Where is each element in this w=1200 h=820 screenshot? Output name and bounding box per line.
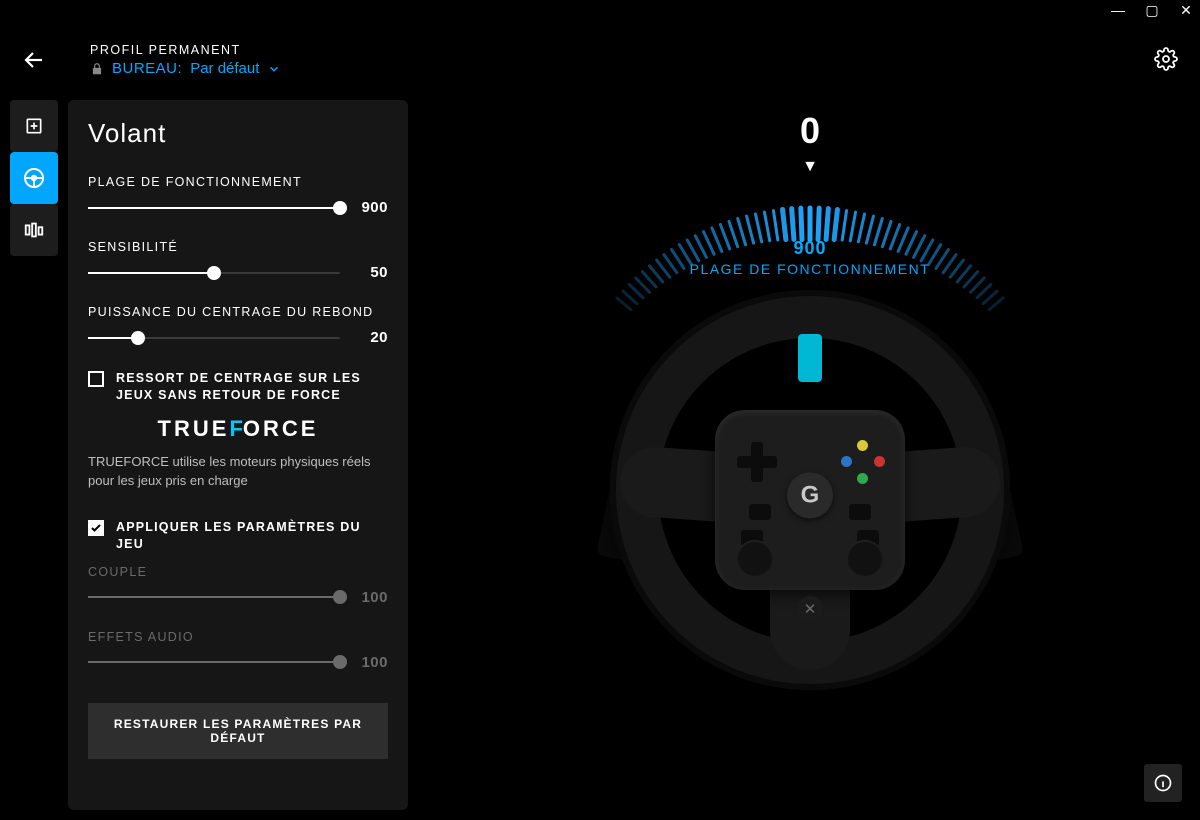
window-titlebar: — ▢ ✕ [0,0,1200,20]
gauge-text: PLAGE DE FONCTIONNEMENT [690,261,931,277]
hub-button [749,504,771,520]
rail-add-button[interactable] [10,100,58,152]
dial-right [847,540,883,576]
profile-context: BUREAU: [112,60,182,77]
slider-value: 900 [352,199,388,216]
app-header: PROFIL PERMANENT BUREAU: Par défaut [20,30,1180,90]
slider-torque: COUPLE 100 [88,565,388,606]
sidebar-rail [10,100,58,256]
slider-centering-strength: PUISSANCE DU CENTRAGE DU REBOND 20 [88,305,388,346]
steering-wheel-image: G ✕ [610,290,1010,690]
info-button[interactable] [1144,764,1182,802]
dial-left [737,540,773,576]
angle-readout: 0 [800,110,820,152]
slider-track [88,661,340,663]
trueforce-logo: TRUEFORCE [88,416,388,442]
slider-label: PUISSANCE DU CENTRAGE DU REBOND [88,305,388,319]
g-logo-icon: G [787,472,833,518]
y-button-icon [857,440,868,451]
close-button[interactable]: ✕ [1178,2,1194,19]
slider-value: 20 [352,329,388,346]
profile-selector[interactable]: PROFIL PERMANENT BUREAU: Par défaut [90,43,281,77]
hub-button [849,504,871,520]
slider-operating-range: PLAGE DE FONCTIONNEMENT 900 [88,175,388,216]
slider-value: 50 [352,264,388,281]
checkbox-centering-spring-row: RESSORT DE CENTRAGE SUR LES JEUX SANS RE… [88,370,388,404]
slider-label: EFFETS AUDIO [88,630,388,644]
trueforce-f-icon: F [229,416,242,441]
panel-title: Volant [88,118,388,149]
slider-sensitivity: SENSIBILITÉ 50 [88,240,388,281]
slider-audio-effects: EFFETS AUDIO 100 [88,630,388,671]
gauge-value: 900 [690,238,931,259]
b-button-icon [874,456,885,467]
xbox-button-icon: ✕ [797,596,823,622]
lock-icon [90,62,104,76]
minimize-button[interactable]: — [1110,2,1126,18]
settings-panel: Volant PLAGE DE FONCTIONNEMENT 900 SENSI… [68,100,408,810]
slider-track[interactable] [88,207,340,209]
dpad-icon [737,442,777,482]
slider-track[interactable] [88,337,340,339]
checkbox-apply-game[interactable] [88,520,104,536]
slider-value: 100 [352,654,388,671]
checkbox-label: RESSORT DE CENTRAGE SUR LES JEUX SANS RE… [116,370,388,404]
slider-value: 100 [352,589,388,606]
a-button-icon [857,473,868,484]
profile-type-label: PROFIL PERMANENT [90,43,281,57]
gauge-label: 900 PLAGE DE FONCTIONNEMENT [690,238,931,277]
trueforce-description: TRUEFORCE utilise les moteurs physiques … [88,452,388,491]
checkbox-label: APPLIQUER LES PARAMÈTRES DU JEU [116,519,388,553]
rail-wheel-button[interactable] [10,152,58,204]
face-buttons [841,440,885,484]
chevron-down-icon [267,62,281,76]
slider-label: PLAGE DE FONCTIONNEMENT [88,175,388,189]
settings-button[interactable] [1154,47,1180,73]
checkbox-centering-spring[interactable] [88,371,104,387]
checkbox-apply-game-row: APPLIQUER LES PARAMÈTRES DU JEU [88,519,388,553]
slider-track[interactable] [88,272,340,274]
slider-label: COUPLE [88,565,388,579]
x-button-icon [841,456,852,467]
profile-name: Par défaut [190,60,259,77]
slider-label: SENSIBILITÉ [88,240,388,254]
slider-track [88,596,340,598]
wheel-hub: G ✕ [715,410,905,590]
rail-pedals-button[interactable] [10,204,58,256]
back-button[interactable] [20,46,48,74]
center-marker [798,334,822,382]
maximize-button[interactable]: ▢ [1144,2,1160,19]
wheel-visualization: 0 ▼ 900 PLAGE DE FONCTIONNEMENT G [420,100,1200,820]
restore-defaults-button[interactable]: RESTAURER LES PARAMÈTRES PAR DÉFAUT [88,703,388,759]
